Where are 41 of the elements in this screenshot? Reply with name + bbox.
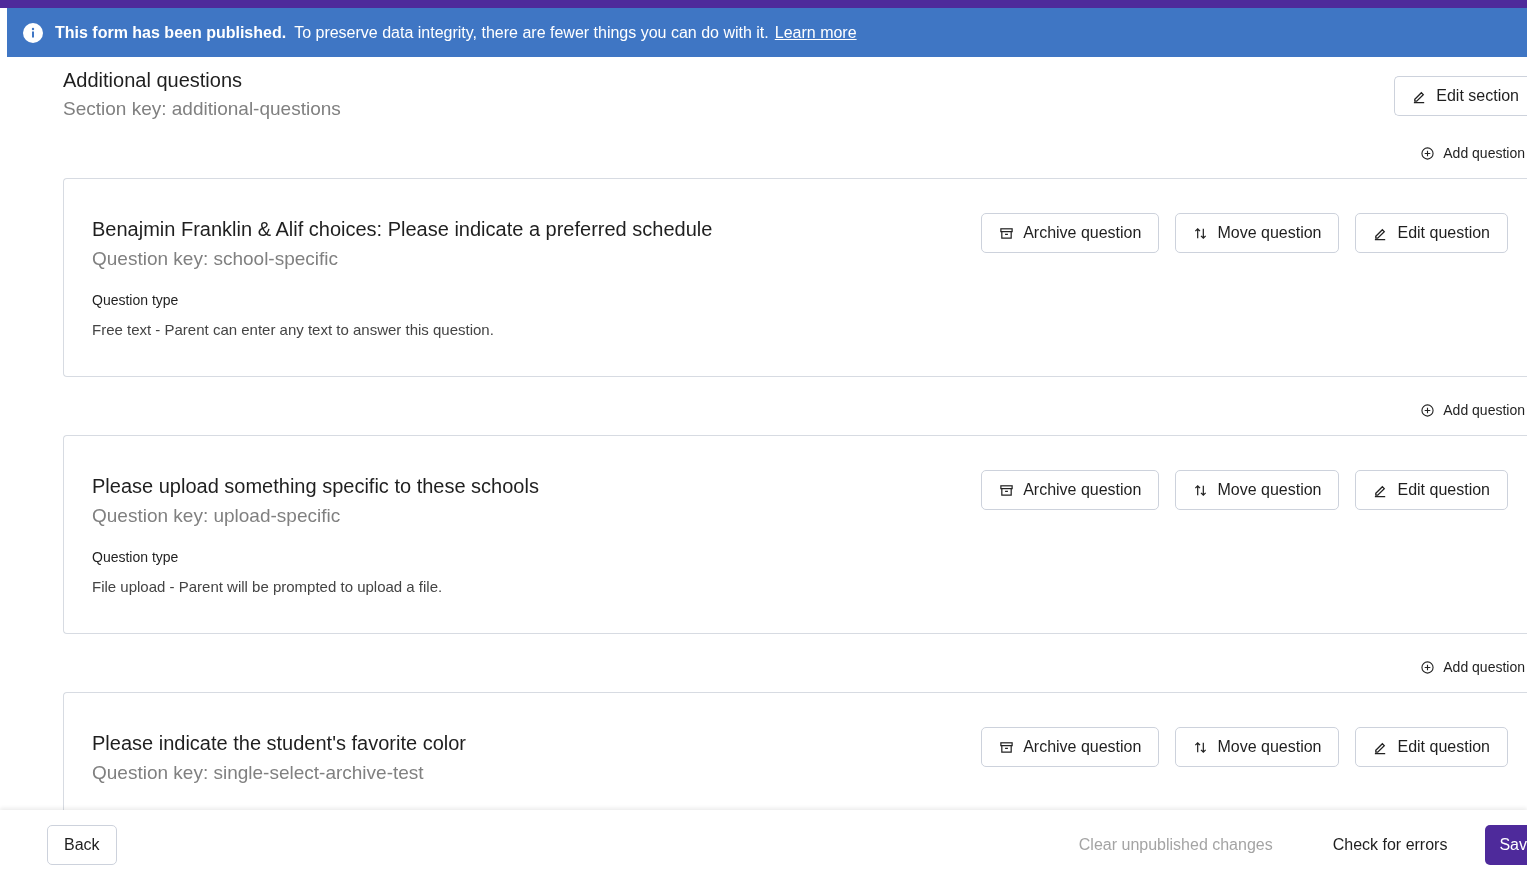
add-question-button[interactable]: Add question [1421, 659, 1527, 675]
question-type-text: File upload - Parent will be prompted to upload a file. [92, 578, 444, 595]
add-question-button[interactable]: Add question [1421, 402, 1527, 418]
section-title: Additional questions [63, 69, 243, 92]
question-title: Please indicate the student's favorite color [92, 732, 467, 755]
edit-question-button[interactable]: Edit question [1355, 470, 1508, 510]
archive-box-icon [999, 739, 1015, 755]
banner-title: This form has been published. [55, 23, 287, 42]
archive-box-icon [999, 225, 1015, 241]
question-title: Benajmin Franklin & Alif choices: Please indicate a preferred schedule [92, 218, 713, 241]
question-type-label: Question type [92, 292, 180, 308]
question-key: Question key: upload-specific [92, 505, 539, 527]
plus-circle-icon [1421, 660, 1435, 674]
question-title: Please upload something specific to these schools [92, 475, 539, 498]
question-key: Question key: single-select-archive-test [92, 762, 467, 784]
up-down-arrows-icon [1193, 225, 1209, 241]
archive-question-button[interactable]: Archive question [981, 213, 1160, 253]
archive-question-button[interactable]: Archive question [981, 727, 1160, 767]
banner-message: To preserve data integrity, there are fewer things you can do with it. [294, 23, 769, 42]
up-down-arrows-icon [1193, 739, 1209, 755]
edit-question-button[interactable]: Edit question [1355, 213, 1508, 253]
edit-question-button[interactable]: Edit question [1355, 727, 1508, 767]
check-errors-button[interactable]: Check for errors [1326, 834, 1454, 855]
move-question-button[interactable]: Move question [1175, 470, 1340, 510]
plus-circle-icon [1421, 146, 1435, 160]
question-type-text: Free text - Parent can enter any text to answer this question. [92, 321, 495, 338]
question-type-label: Question type [92, 549, 180, 565]
save-button[interactable]: Sav [1485, 824, 1527, 865]
up-down-arrows-icon [1193, 482, 1209, 498]
edit-section-button[interactable]: Edit section [1394, 76, 1527, 116]
archive-box-icon [999, 482, 1015, 498]
archive-question-button[interactable]: Archive question [981, 470, 1160, 510]
question-key: Question key: school-specific [92, 248, 713, 270]
plus-circle-icon [1421, 403, 1435, 417]
info-icon [23, 22, 43, 43]
back-button[interactable]: Back [47, 824, 117, 865]
move-question-button[interactable]: Move question [1175, 727, 1340, 767]
add-question-button[interactable]: Add question [1421, 145, 1527, 161]
section-key: Section key: additional-questions [63, 98, 341, 120]
move-question-button[interactable]: Move question [1175, 213, 1340, 253]
learn-more-link[interactable]: Learn more [774, 23, 857, 42]
